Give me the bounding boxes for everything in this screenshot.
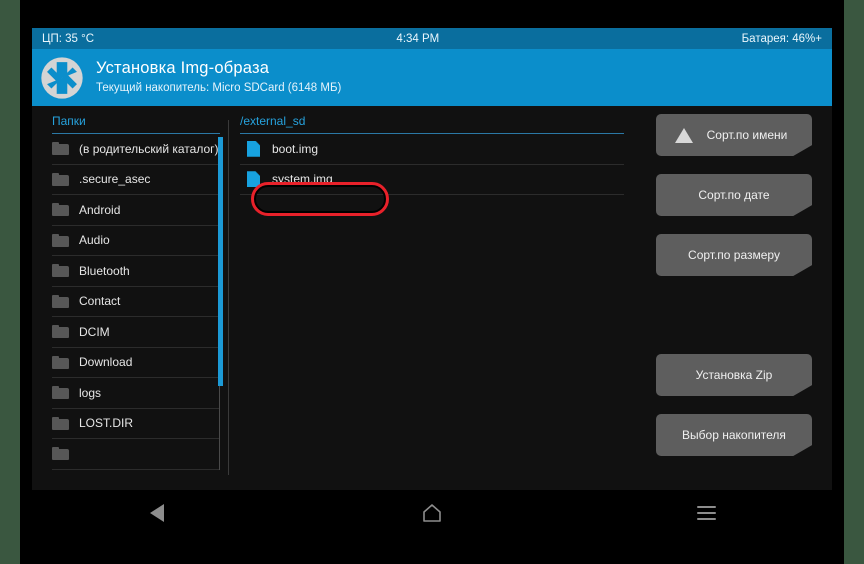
sort-by-date-button[interactable]: Сорт.по дате (656, 174, 812, 216)
twrp-logo-icon (41, 56, 83, 99)
file-name: system.img (272, 172, 333, 187)
app-header: Установка Img-образа Текущий накопитель:… (32, 49, 832, 106)
folder-icon (52, 142, 69, 156)
folder-row[interactable]: DCIM (52, 317, 220, 348)
file-row-boot-img[interactable]: boot.img (240, 134, 624, 165)
files-list[interactable]: boot.img system.img (240, 134, 624, 195)
folder-icon (52, 233, 69, 247)
current-storage-label: Текущий накопитель: Micro SDCard (6148 М… (96, 82, 342, 94)
file-row-system-img[interactable]: system.img (240, 165, 624, 195)
folder-name: .secure_asec (79, 172, 151, 187)
file-icon (247, 140, 260, 157)
sort-by-size-button[interactable]: Сорт.по размеру (656, 234, 812, 276)
header-text-block: Установка Img-образа Текущий накопитель:… (96, 59, 341, 96)
folder-row[interactable]: (в родительский каталог) (52, 134, 220, 165)
folder-name: Bluetooth (79, 263, 130, 278)
folder-icon (52, 264, 69, 278)
folder-name: Android (79, 202, 121, 217)
nav-back-button[interactable] (20, 490, 295, 535)
folder-icon (52, 447, 69, 461)
folder-icon (52, 203, 69, 217)
button-label: Сорт.по дате (698, 188, 770, 202)
nav-home-button[interactable] (295, 490, 570, 535)
android-navigation-bar (20, 490, 844, 535)
app-body: Папки (в родительский каталог) .secure_a… (32, 106, 832, 490)
folder-row[interactable]: Contact (52, 287, 220, 317)
folder-icon (52, 294, 69, 308)
folder-row[interactable]: .secure_asec (52, 165, 220, 195)
folder-icon (52, 325, 69, 339)
folder-icon (52, 386, 69, 400)
sort-by-name-button[interactable]: Сорт.по имени (656, 114, 812, 156)
twrp-recovery-window: ЦП: 35 °C 4:34 PM Батарея: 46%+ Установк… (32, 28, 832, 490)
cpu-temperature-text: ЦП: 35 °C (42, 32, 95, 45)
folder-name: LOST.DIR (79, 416, 134, 431)
folder-name: (в родительский каталог) (79, 141, 219, 156)
clock-text: 4:34 PM (396, 32, 440, 45)
sort-ascending-triangle-icon (674, 127, 693, 143)
folder-row[interactable]: Audio (52, 226, 220, 256)
button-label: Выбор накопителя (682, 428, 786, 442)
folder-name: Contact (79, 294, 121, 309)
folders-pane: Папки (в родительский каталог) .secure_a… (32, 106, 228, 490)
desktop-background-left (0, 0, 20, 564)
desktop-background-right (844, 0, 864, 564)
folder-icon (52, 355, 69, 369)
folders-scrollbar-thumb[interactable] (218, 137, 223, 386)
home-house-icon (423, 503, 441, 522)
files-pane: /external_sd boot.img system.img (240, 106, 638, 490)
nav-recents-button[interactable] (569, 490, 844, 535)
pane-divider (228, 120, 229, 475)
back-triangle-icon (150, 503, 165, 522)
file-icon (247, 171, 260, 188)
battery-text: Батарея: 46%+ (741, 32, 822, 45)
screenshot-root: ЦП: 35 °C 4:34 PM Батарея: 46%+ Установк… (0, 0, 864, 564)
folder-row[interactable]: Android (52, 195, 220, 226)
folder-row[interactable]: logs (52, 378, 220, 409)
install-zip-button[interactable]: Установка Zip (656, 354, 812, 396)
recents-menu-icon (697, 502, 717, 524)
folder-icon (52, 416, 69, 430)
folder-name: Download (79, 355, 133, 370)
button-label: Установка Zip (695, 368, 773, 382)
tablet-device-screen: ЦП: 35 °C 4:34 PM Батарея: 46%+ Установк… (20, 0, 844, 564)
folder-name: logs (79, 385, 102, 400)
current-path-label: /external_sd (240, 114, 306, 128)
folder-row[interactable]: LOST.DIR (52, 409, 220, 439)
folder-name: Audio (79, 233, 110, 248)
folder-row[interactable]: Download (52, 348, 220, 378)
button-label: Сорт.по размеру (688, 248, 780, 262)
action-buttons-pane: Сорт.по имени Сорт.по дате Сорт.по разме… (652, 106, 832, 490)
status-bar: ЦП: 35 °C 4:34 PM Батарея: 46%+ (32, 28, 832, 49)
folders-list[interactable]: (в родительский каталог) .secure_asec An… (52, 134, 220, 474)
file-name: boot.img (272, 141, 319, 156)
page-title: Установка Img-образа (96, 59, 270, 77)
folder-icon (52, 172, 69, 186)
button-label: Сорт.по имени (706, 128, 788, 142)
folders-pane-label: Папки (52, 114, 86, 128)
folder-name: DCIM (79, 324, 110, 339)
folder-row-partial[interactable] (52, 439, 220, 470)
select-storage-button[interactable]: Выбор накопителя (656, 414, 812, 456)
folder-row[interactable]: Bluetooth (52, 256, 220, 287)
